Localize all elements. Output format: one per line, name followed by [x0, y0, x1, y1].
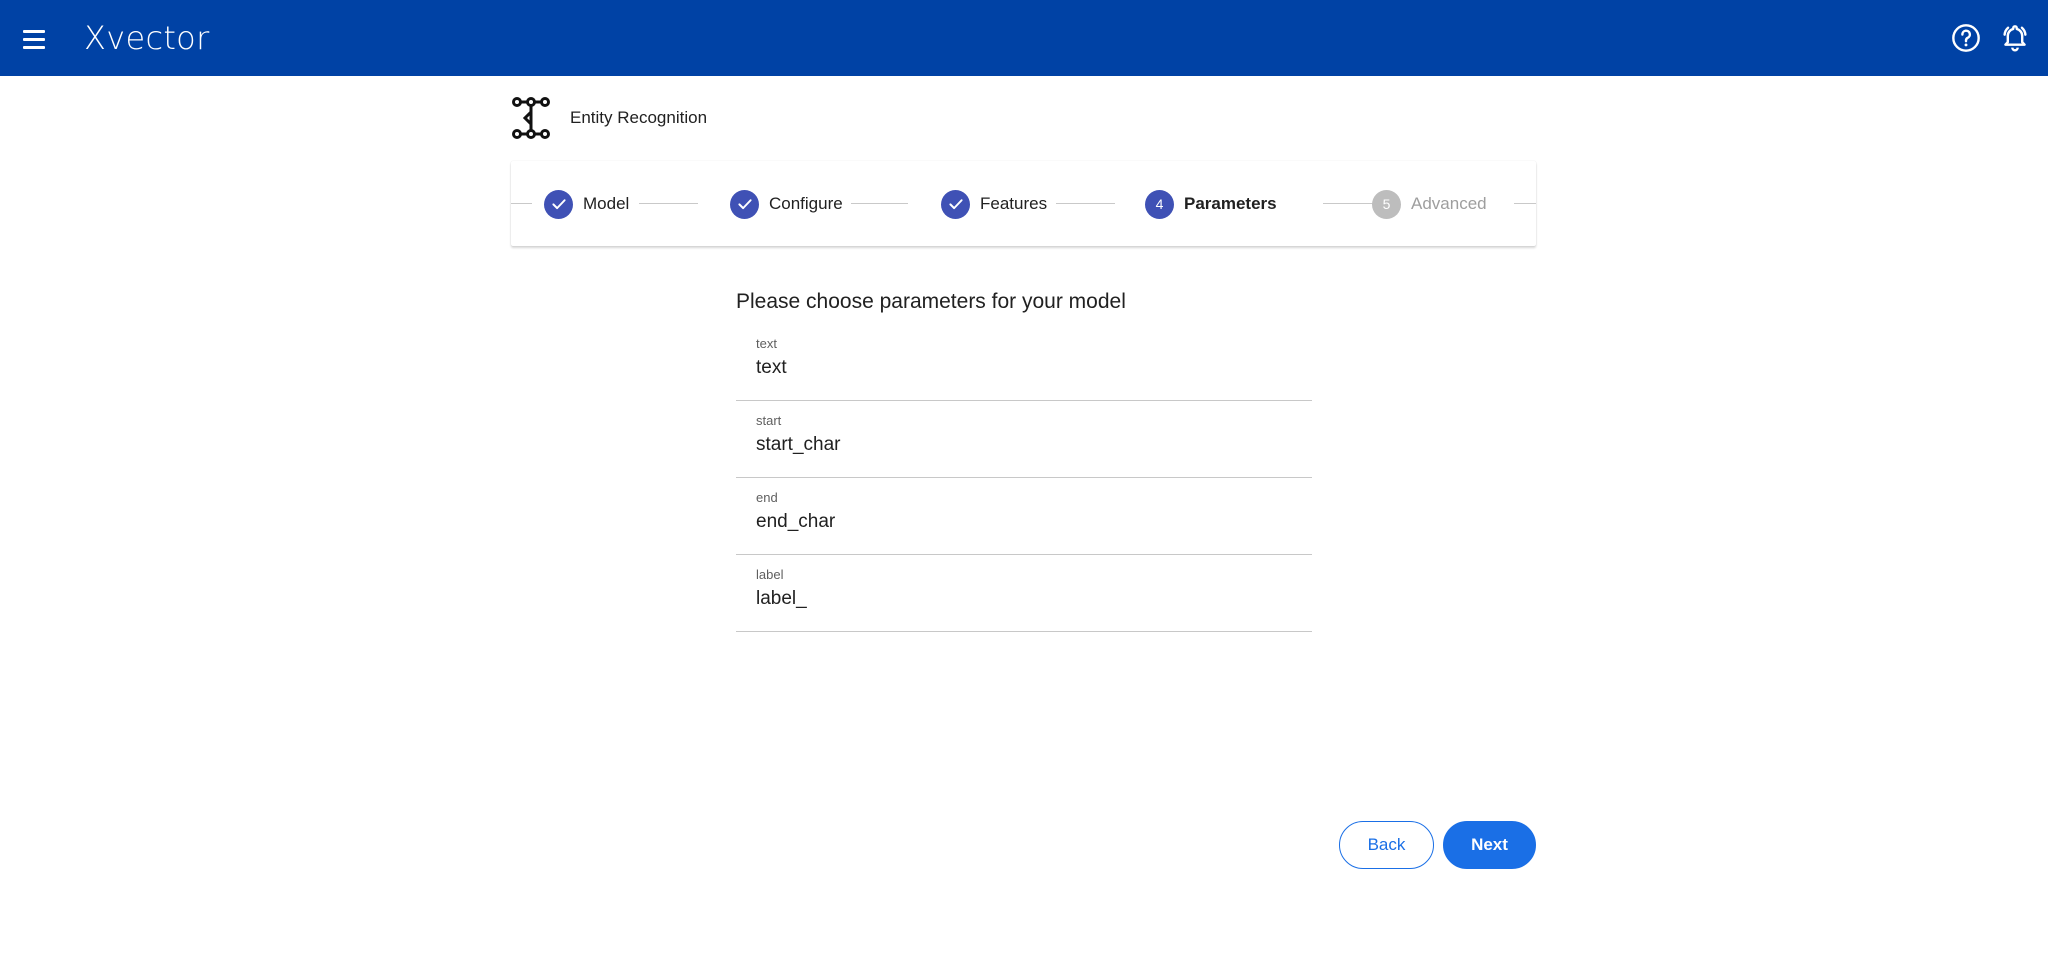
check-icon — [544, 189, 573, 219]
step-label: Configure — [769, 194, 843, 213]
step-connector — [851, 203, 908, 204]
step-connector — [511, 203, 532, 204]
field-label: end — [756, 490, 778, 505]
step-connector — [1514, 203, 1536, 204]
network-nodes-icon — [512, 97, 550, 139]
label-field[interactable]: label — [736, 555, 1312, 632]
field-label: text — [756, 336, 777, 351]
start-field[interactable]: start — [736, 401, 1312, 478]
step-parameters[interactable]: 4 Parameters — [1145, 189, 1277, 219]
field-label: start — [756, 413, 782, 428]
form-heading: Please choose parameters for your model — [736, 290, 1126, 313]
step-connector — [639, 203, 698, 204]
hamburger-menu-icon[interactable] — [18, 23, 50, 55]
next-button[interactable]: Next — [1443, 821, 1536, 869]
end-input[interactable] — [756, 511, 1296, 533]
step-features[interactable]: Features — [941, 189, 1047, 219]
step-label: Features — [980, 194, 1048, 213]
step-configure[interactable]: Configure — [730, 189, 843, 219]
step-number: 5 — [1372, 189, 1401, 219]
bell-icon[interactable] — [1999, 22, 2031, 54]
help-circle-icon[interactable] — [1950, 22, 1982, 54]
start-input[interactable] — [756, 434, 1296, 456]
step-number: 4 — [1145, 189, 1174, 219]
check-icon — [941, 189, 970, 219]
text-input[interactable] — [756, 357, 1296, 379]
field-label: label — [756, 567, 784, 582]
step-label: Parameters — [1184, 194, 1277, 213]
top-app-bar: Xvector — [0, 0, 2048, 76]
step-label: Advanced — [1411, 194, 1487, 213]
step-model[interactable]: Model — [544, 189, 629, 219]
step-connector — [1056, 203, 1115, 204]
back-button[interactable]: Back — [1339, 821, 1434, 869]
page-title: Entity Recognition — [570, 108, 708, 127]
page-header: Entity Recognition — [511, 97, 707, 139]
stepper: Model Configure Features 4 Parameters 5 … — [511, 161, 1536, 246]
brand-logo[interactable]: Xvector — [84, 14, 210, 62]
label-input[interactable] — [756, 588, 1296, 610]
check-icon — [730, 189, 759, 219]
step-advanced[interactable]: 5 Advanced — [1372, 189, 1487, 219]
step-label: Model — [583, 194, 630, 213]
text-field[interactable]: text — [736, 324, 1312, 401]
end-field[interactable]: end — [736, 478, 1312, 555]
